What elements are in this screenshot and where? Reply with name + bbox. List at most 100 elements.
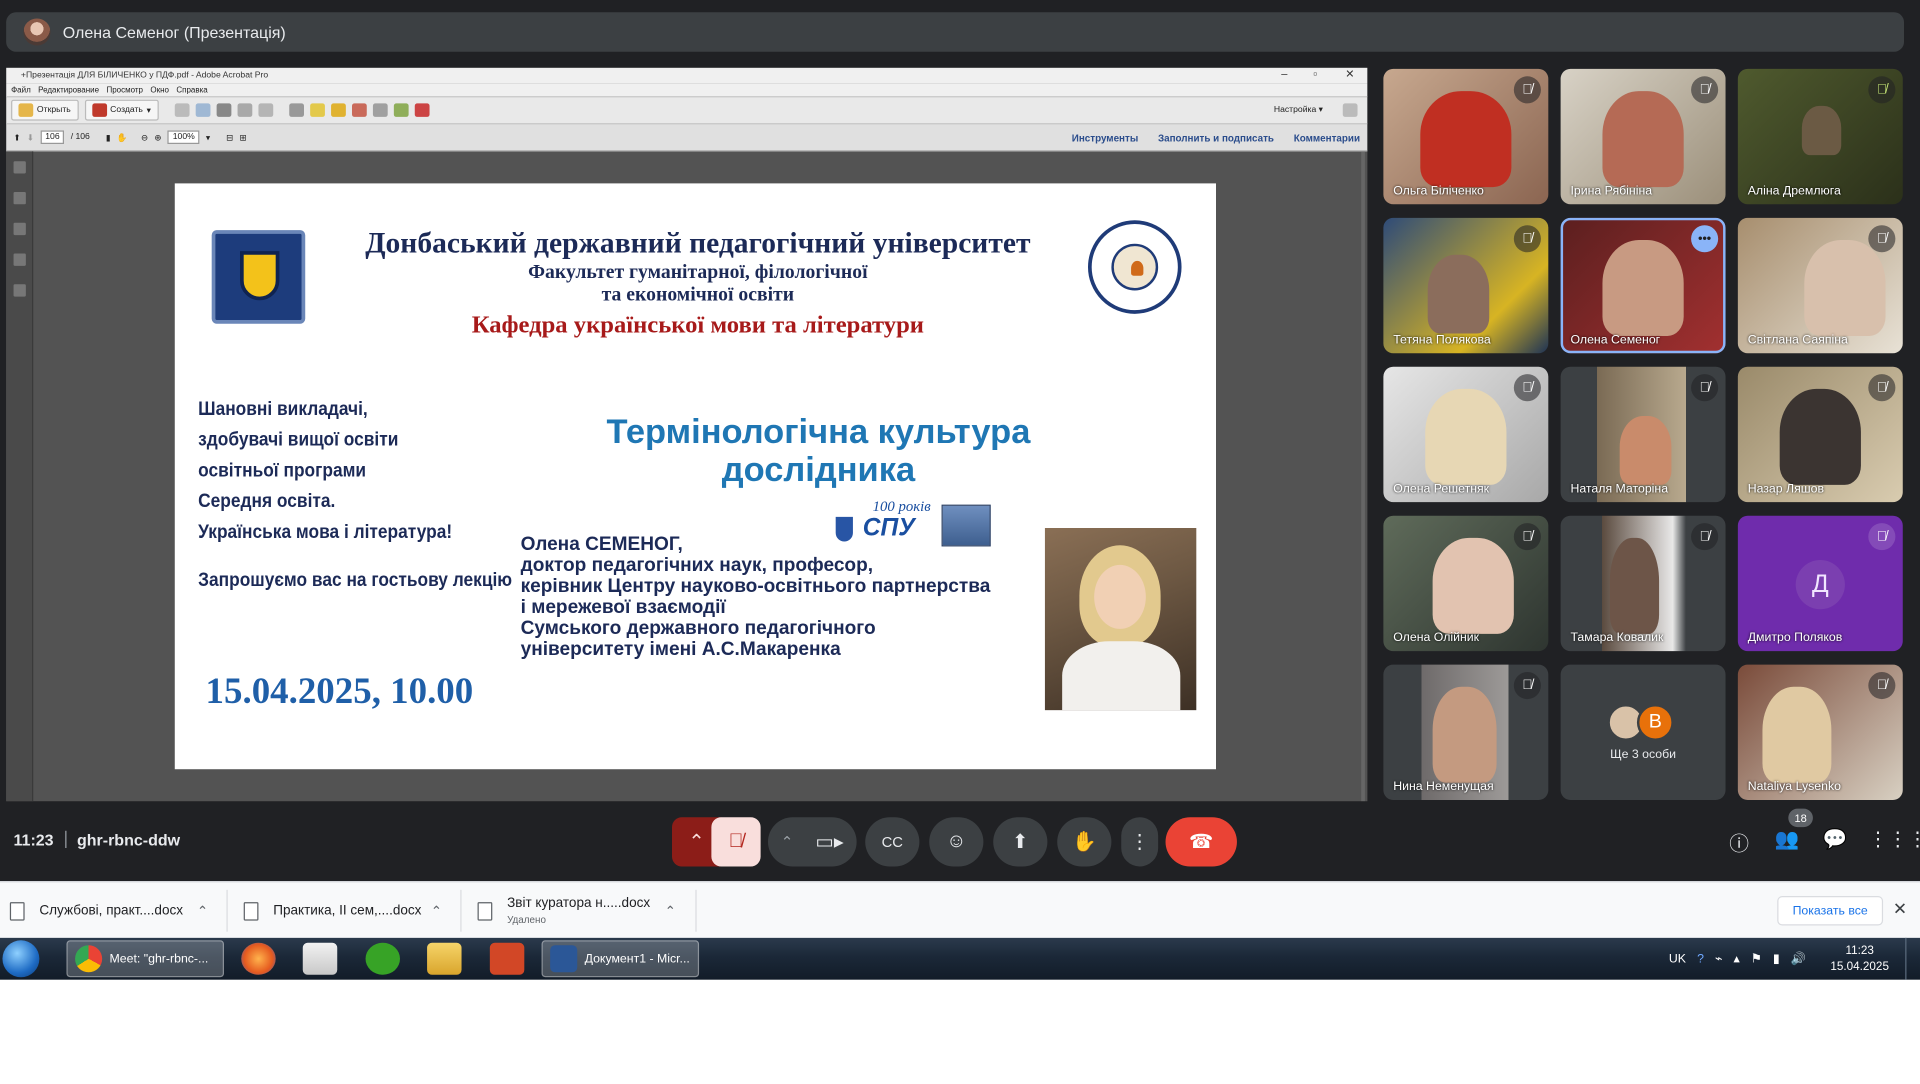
microphone-button[interactable]: 🎙̸ bbox=[711, 817, 761, 867]
close-icon[interactable]: ✕ bbox=[1345, 68, 1354, 82]
download-item[interactable]: Звіт куратора н.....docx Удалено ⌃ bbox=[477, 882, 676, 939]
participant-tile[interactable]: 🎙̸ Ірина Рябініна bbox=[1560, 68, 1726, 205]
prev-page-icon[interactable]: ⬆ bbox=[14, 132, 21, 143]
network-icon[interactable]: ▮ bbox=[1773, 952, 1780, 966]
taskbar-task-chrome[interactable]: Meet: "ghr-rbnc-... bbox=[66, 940, 224, 978]
attachments-panel-icon[interactable] bbox=[12, 222, 26, 236]
signatures-panel-icon[interactable] bbox=[12, 284, 26, 297]
captions-button[interactable]: CC bbox=[865, 817, 920, 867]
combine-icon[interactable] bbox=[393, 103, 409, 117]
menu-view[interactable]: Просмотр bbox=[106, 86, 143, 95]
participant-tile[interactable]: 🎙̸ Олена Решетняк bbox=[1383, 366, 1549, 503]
leave-call-button[interactable]: ☎ bbox=[1165, 817, 1237, 867]
comments-panel-link[interactable]: Комментарии bbox=[1294, 132, 1360, 143]
menu-window[interactable]: Окно bbox=[150, 86, 169, 95]
menu-help[interactable]: Справка bbox=[176, 86, 207, 95]
close-download-bar-icon[interactable]: ✕ bbox=[1893, 898, 1907, 919]
participant-tile[interactable]: 🎙̸ Нина Неменущая bbox=[1383, 664, 1549, 800]
file-explorer-icon[interactable] bbox=[427, 942, 462, 975]
layers-panel-icon[interactable] bbox=[12, 253, 26, 266]
slide-invite: Запрошуємо вас на гостьову лекцію bbox=[198, 569, 513, 591]
powerpoint-icon[interactable] bbox=[489, 942, 525, 975]
pages-panel-icon[interactable] bbox=[12, 161, 26, 174]
show-desktop-button[interactable] bbox=[1905, 937, 1920, 980]
fill-sign-panel-link[interactable]: Заполнить и подписать bbox=[1158, 132, 1274, 143]
participant-tile[interactable]: 🎙̸ Ольга Біліченко bbox=[1383, 68, 1549, 205]
acrobat-scrollbar[interactable] bbox=[1361, 151, 1365, 802]
reactions-button[interactable]: ☺ bbox=[929, 817, 984, 867]
select-tool-icon[interactable]: ▮ bbox=[106, 132, 111, 143]
participant-tile[interactable]: 🎙̸ Тамара Ковалик bbox=[1560, 515, 1726, 652]
people-button[interactable]: 👥 bbox=[1772, 827, 1802, 852]
hand-tool-icon[interactable]: ✋ bbox=[117, 132, 128, 143]
action-center-icon[interactable]: ⚑ bbox=[1751, 952, 1762, 966]
firefox-icon[interactable] bbox=[241, 942, 276, 975]
participant-name: Ольга Біліченко bbox=[1393, 184, 1484, 199]
notification-icon[interactable]: ⌁ bbox=[1715, 952, 1722, 966]
zoom-out-icon[interactable]: ⊖ bbox=[141, 132, 148, 143]
show-hidden-icons-icon[interactable]: ▴ bbox=[1734, 952, 1740, 966]
bookmarks-panel-icon[interactable] bbox=[12, 191, 26, 205]
participant-tile[interactable]: 🎙̸ Аліна Дремлюга bbox=[1737, 68, 1903, 205]
meeting-details-button[interactable]: ⓘ bbox=[1724, 827, 1754, 857]
chevron-up-icon[interactable]: ⌃ bbox=[431, 903, 442, 919]
participant-tile[interactable]: 🎙̸ Назар Ляшов bbox=[1737, 366, 1903, 503]
participant-tile[interactable]: 🎙̸ Олена Олійник bbox=[1383, 515, 1549, 652]
present-button[interactable]: ⬆ bbox=[993, 817, 1048, 867]
next-page-icon[interactable]: ⬇ bbox=[27, 132, 34, 143]
customize-menu[interactable]: Настройка ▾ bbox=[1274, 105, 1323, 115]
page-number-input[interactable]: 106 bbox=[40, 130, 65, 144]
language-indicator[interactable]: UK bbox=[1669, 952, 1686, 966]
download-item[interactable]: Службові, практ....docx ⌃ bbox=[9, 882, 208, 939]
participant-tile[interactable]: ••• Олена Семеног bbox=[1560, 217, 1726, 354]
print-icon[interactable] bbox=[216, 103, 231, 117]
chevron-up-icon[interactable]: ⌃ bbox=[197, 903, 208, 919]
show-all-downloads-button[interactable]: Показать все bbox=[1777, 895, 1884, 926]
taskbar-clock[interactable]: 11:23 15.04.2025 bbox=[1822, 943, 1898, 975]
chevron-up-icon: ⌃ bbox=[780, 833, 794, 851]
comment-icon[interactable] bbox=[309, 103, 325, 117]
more-participants-tile[interactable]: В Ще 3 особи bbox=[1560, 664, 1726, 800]
zoom-dropdown-icon[interactable]: ▾ bbox=[206, 132, 210, 143]
tools-panel-link[interactable]: Инструменты bbox=[1072, 132, 1139, 143]
zoom-select[interactable]: 100% bbox=[167, 130, 200, 144]
camera-button[interactable]: ⌃ ▭▸ bbox=[767, 817, 857, 867]
fit-width-icon[interactable]: ⊞ bbox=[240, 132, 247, 143]
utorrent-icon[interactable] bbox=[365, 942, 400, 975]
menu-edit[interactable]: Редактирование bbox=[38, 86, 99, 95]
download-item[interactable]: Практика, ІІ сем,....docx ⌃ bbox=[243, 882, 442, 939]
open-button[interactable]: Открыть bbox=[11, 99, 79, 121]
acrobat-window-title: +Презентація ДЛЯ БІЛИЧЕНКО у ПДФ.pdf - A… bbox=[20, 71, 269, 80]
participant-tile[interactable]: 🎙̸ Nataliya Lysenko bbox=[1737, 664, 1903, 800]
participant-tile[interactable]: 🎙̸ Світлана Саяпіна bbox=[1737, 217, 1903, 354]
export-icon[interactable] bbox=[372, 103, 388, 117]
fullscreen-icon[interactable] bbox=[1342, 103, 1358, 117]
zoom-in-icon[interactable]: ⊕ bbox=[154, 132, 161, 143]
chevron-up-icon[interactable]: ⌃ bbox=[665, 903, 676, 919]
save-icon[interactable] bbox=[174, 103, 190, 117]
participant-tile[interactable]: Д 🎙̸ Дмитро Поляков bbox=[1737, 515, 1903, 652]
stamp-icon[interactable] bbox=[351, 103, 367, 117]
minimize-icon[interactable]: – bbox=[1281, 68, 1287, 80]
chat-button[interactable]: 💬 bbox=[1820, 827, 1850, 852]
create-button[interactable]: Создать ▾ bbox=[84, 99, 159, 121]
activities-button[interactable]: ⋮⋮⋮ bbox=[1868, 827, 1920, 852]
media-player-icon[interactable] bbox=[302, 942, 338, 975]
edit-icon[interactable] bbox=[237, 103, 252, 117]
taskbar-task-word[interactable]: Документ1 - Micr... bbox=[541, 940, 700, 978]
restore-icon[interactable]: ▫ bbox=[1313, 68, 1317, 80]
sign-icon[interactable] bbox=[414, 103, 430, 117]
settings-icon[interactable] bbox=[288, 103, 304, 117]
raise-hand-button[interactable]: ✋ bbox=[1057, 817, 1112, 867]
menu-file[interactable]: Файл bbox=[11, 86, 31, 95]
email-icon[interactable] bbox=[257, 103, 273, 117]
participant-tile[interactable]: 🎙̸ Наталя Маторіна bbox=[1560, 366, 1726, 503]
volume-icon[interactable]: 🔊 bbox=[1791, 952, 1806, 966]
fit-page-icon[interactable]: ⊟ bbox=[226, 132, 233, 143]
more-options-button[interactable]: ⋮ bbox=[1121, 817, 1159, 867]
start-button-icon[interactable] bbox=[2, 940, 40, 978]
cloud-icon[interactable] bbox=[195, 103, 210, 117]
help-icon[interactable]: ? bbox=[1697, 952, 1704, 966]
highlight-icon[interactable] bbox=[330, 103, 346, 117]
participant-tile[interactable]: 🎙̸ Тетяна Полякова bbox=[1383, 217, 1549, 354]
